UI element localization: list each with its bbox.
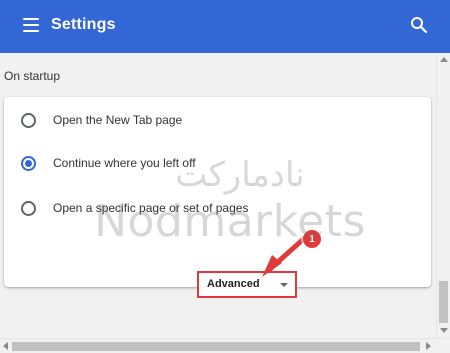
horizontal-scrollbar[interactable]	[0, 338, 450, 353]
search-icon[interactable]	[410, 16, 428, 34]
page-title: Settings	[51, 16, 116, 33]
option-label: Open the New Tab page	[53, 113, 183, 127]
advanced-label: Advanced	[207, 278, 260, 290]
scroll-down-icon[interactable]	[440, 328, 448, 333]
radio-button[interactable]	[21, 112, 36, 128]
app-header: Settings	[0, 0, 450, 53]
vertical-scrollbar[interactable]	[436, 53, 450, 338]
radio-button[interactable]	[21, 200, 36, 216]
scroll-right-icon[interactable]	[426, 342, 431, 350]
startup-option-new-tab[interactable]: Open the New Tab page	[4, 100, 431, 140]
scrollbar-thumb[interactable]	[439, 281, 448, 323]
radio-button-selected[interactable]	[21, 155, 36, 171]
watermark-persian: نادمارکت	[175, 155, 305, 195]
scrollbar-thumb[interactable]	[12, 342, 420, 351]
hamburger-menu-icon[interactable]	[23, 18, 39, 32]
section-title: On startup	[4, 69, 61, 83]
watermark-latin: Nodmarkets	[94, 196, 366, 247]
scroll-left-icon[interactable]	[3, 342, 8, 350]
scroll-up-icon[interactable]	[440, 57, 448, 62]
